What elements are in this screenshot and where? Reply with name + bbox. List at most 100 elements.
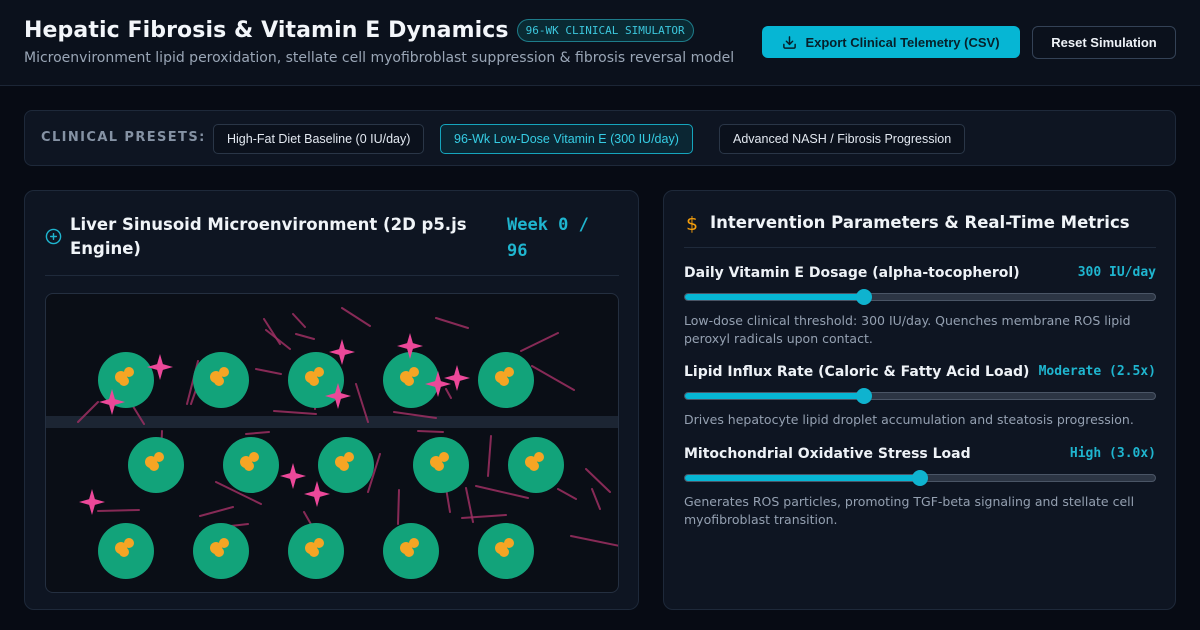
title-row: Hepatic Fibrosis & Vitamin E Dynamics 96… <box>24 18 694 43</box>
slider-fill <box>685 393 864 399</box>
collagen-fiber <box>265 329 291 350</box>
collagen-fiber <box>445 388 452 399</box>
collagen-fiber <box>292 313 306 328</box>
simulation-title: Liver Sinusoid Microenvironment (2D p5.j… <box>70 215 467 258</box>
vitamin-e-slider[interactable] <box>684 289 1156 305</box>
param-description: Low-dose clinical threshold: 300 IU/day.… <box>684 313 1131 346</box>
lipid-droplet <box>309 547 319 557</box>
slider-thumb[interactable] <box>855 388 872 404</box>
collagen-fiber <box>417 430 444 433</box>
collagen-fiber <box>585 468 611 493</box>
lipid-droplet <box>409 538 419 548</box>
week-counter: Week 0 / 96 <box>507 215 589 261</box>
reset-label: Reset Simulation <box>1051 35 1157 50</box>
oxidative-stress-slider[interactable] <box>684 470 1156 486</box>
lipid-droplet <box>534 452 544 462</box>
collagen-fiber <box>295 333 315 340</box>
collagen-fiber <box>97 509 140 512</box>
dollar-icon: $ <box>686 213 699 235</box>
simulator-badge: 96-WK CLINICAL SIMULATOR <box>516 19 694 42</box>
page-title: Hepatic Fibrosis & Vitamin E Dynamics <box>24 18 509 43</box>
collagen-fiber <box>487 435 492 477</box>
lipid-droplet <box>219 367 229 377</box>
lipid-droplet <box>219 538 229 548</box>
param-label: Daily Vitamin E Dosage (alpha-tocopherol… <box>684 265 1020 281</box>
clinical-presets-bar: CLINICAL PRESETS: High-Fat Diet Baseline… <box>24 110 1176 166</box>
lipid-droplet <box>504 538 514 548</box>
preset-label: High-Fat Diet Baseline (0 IU/day) <box>227 132 411 146</box>
slider-thumb[interactable] <box>855 289 872 305</box>
lipid-droplet <box>119 376 129 386</box>
collagen-fiber <box>245 431 270 435</box>
lipid-droplet <box>499 376 509 386</box>
collagen-fiber <box>435 317 469 329</box>
param-label: Mitochondrial Oxidative Stress Load <box>684 446 971 462</box>
presets-label: CLINICAL PRESETS: <box>41 130 206 145</box>
sinusoid-scene <box>46 307 618 579</box>
collagen-fiber <box>531 365 575 391</box>
lipid-droplet <box>529 461 539 471</box>
param-value: High (3.0x) <box>1069 446 1156 461</box>
slider-fill <box>685 294 864 300</box>
page-subtitle: Microenvironment lipid peroxidation, ste… <box>24 50 735 66</box>
preset-high-fat-baseline[interactable]: High-Fat Diet Baseline (0 IU/day) <box>213 124 425 154</box>
collagen-fiber <box>199 506 234 517</box>
collagen-fiber <box>255 368 282 375</box>
lipid-droplet <box>309 376 319 386</box>
lipid-droplet <box>214 547 224 557</box>
divider <box>45 275 619 276</box>
plus-circle-icon <box>45 228 62 245</box>
parameters-panel: $ Intervention Parameters & Real-Time Me… <box>663 190 1176 610</box>
lipid-droplet <box>339 461 349 471</box>
param-value: 300 IU/day <box>1077 265 1156 280</box>
collagen-fiber <box>557 488 577 500</box>
lipid-influx-slider[interactable] <box>684 388 1156 404</box>
param-description: Drives hepatocyte lipid droplet accumula… <box>684 412 1134 427</box>
lipid-droplet <box>439 452 449 462</box>
collagen-fiber <box>273 410 317 415</box>
divider <box>684 247 1156 248</box>
collagen-fiber <box>341 307 371 327</box>
ros-particle <box>304 481 330 507</box>
param-value: Moderate (2.5x) <box>1038 364 1156 379</box>
export-label: Export Clinical Telemetry (CSV) <box>805 34 1000 50</box>
slider-fill <box>685 475 920 481</box>
lipid-droplet <box>314 367 324 377</box>
sinusoid-lumen <box>46 416 618 428</box>
lipid-droplet <box>119 547 129 557</box>
lipid-droplet <box>404 547 414 557</box>
lipid-droplet <box>244 461 254 471</box>
lipid-droplet <box>404 376 414 386</box>
download-icon <box>783 35 797 49</box>
collagen-fiber <box>397 489 400 525</box>
param-description: Generates ROS particles, promoting TGF-b… <box>684 494 1135 527</box>
lipid-droplet <box>499 547 509 557</box>
preset-label: 96-Wk Low-Dose Vitamin E (300 IU/day) <box>454 132 679 146</box>
preset-label: Advanced NASH / Fibrosis Progression <box>733 132 952 146</box>
lipid-droplet <box>504 367 514 377</box>
parameters-title: Intervention Parameters & Real-Time Metr… <box>710 213 1130 232</box>
lipid-droplet <box>344 452 354 462</box>
simulation-canvas[interactable] <box>45 293 619 593</box>
lipid-droplet <box>434 461 444 471</box>
lipid-droplet <box>154 452 164 462</box>
ros-particle <box>280 463 306 489</box>
lipid-droplet <box>214 376 224 386</box>
lipid-droplet <box>249 452 259 462</box>
simulation-panel: Liver Sinusoid Microenvironment (2D p5.j… <box>24 190 639 610</box>
lipid-droplet <box>124 367 134 377</box>
collagen-fiber <box>591 488 601 510</box>
ros-particle <box>444 365 470 391</box>
reset-simulation-button[interactable]: Reset Simulation <box>1032 26 1176 59</box>
collagen-fiber <box>520 332 559 352</box>
preset-low-dose-vitamin-e[interactable]: 96-Wk Low-Dose Vitamin E (300 IU/day) <box>440 124 693 154</box>
app-header: Hepatic Fibrosis & Vitamin E Dynamics 96… <box>0 0 1200 86</box>
lipid-droplet <box>409 367 419 377</box>
lipid-droplet <box>314 538 324 548</box>
lipid-droplet <box>149 461 159 471</box>
slider-thumb[interactable] <box>912 470 928 486</box>
preset-advanced-nash[interactable]: Advanced NASH / Fibrosis Progression <box>719 124 966 154</box>
lipid-droplet <box>124 538 134 548</box>
export-csv-button[interactable]: Export Clinical Telemetry (CSV) <box>762 26 1020 58</box>
param-label: Lipid Influx Rate (Caloric & Fatty Acid … <box>684 364 1030 380</box>
